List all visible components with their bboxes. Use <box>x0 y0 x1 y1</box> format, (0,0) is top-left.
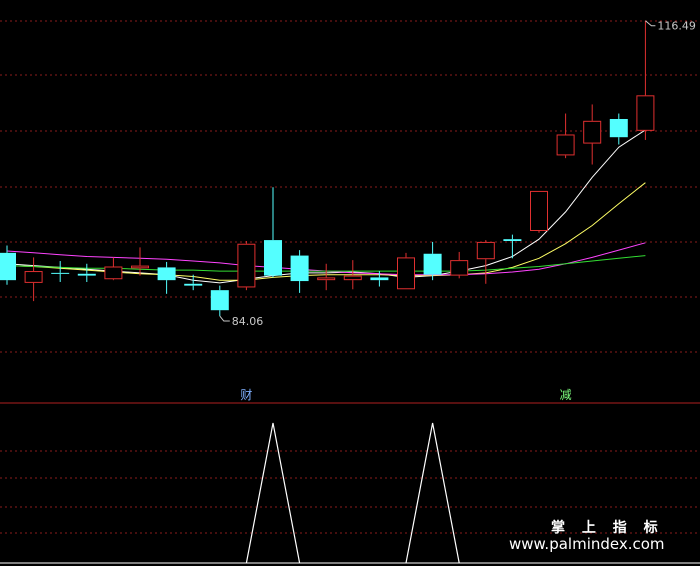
low-leader-line <box>219 315 230 322</box>
ma5-line <box>6 129 646 284</box>
event-marker-1: 减 <box>560 388 572 402</box>
candle-body <box>264 240 282 276</box>
candle-2 <box>51 261 70 282</box>
signal-spike-10 <box>245 422 301 564</box>
candle-body <box>609 118 628 138</box>
signal-spike-16 <box>405 422 460 564</box>
candle-9 <box>237 241 256 291</box>
candle-body <box>583 120 602 144</box>
event-marker-0: 财 <box>240 388 252 402</box>
candle-16 <box>423 241 442 281</box>
candle-body <box>290 255 309 282</box>
moving-average-lines <box>6 129 646 284</box>
watermark-title: 掌 上 指 标 <box>551 519 664 536</box>
candlestick-chart: 116.49 84.06 财减 掌 上 指 标 www.palmindex.co… <box>0 20 700 564</box>
candle-body <box>131 265 149 269</box>
watermark-url: www.palmindex.com <box>509 535 665 553</box>
candle-body <box>24 271 43 283</box>
candle-body <box>210 290 229 311</box>
candle-20 <box>530 190 548 233</box>
candle-23 <box>609 113 628 145</box>
candle-10 <box>264 187 282 278</box>
candle-6 <box>157 261 176 294</box>
candle-body <box>157 267 176 281</box>
candle-4 <box>104 257 123 281</box>
candle-24 <box>636 20 655 140</box>
candle-19 <box>503 234 522 259</box>
candle-body <box>184 283 203 286</box>
candle-body <box>530 190 548 231</box>
candle-body <box>503 239 522 242</box>
candle-body <box>77 273 96 276</box>
candle-body <box>450 260 469 276</box>
candle-body <box>104 266 123 280</box>
candles <box>0 20 655 317</box>
candle-body <box>556 134 575 156</box>
candle-body <box>476 241 495 260</box>
event-markers: 财减 <box>240 388 571 402</box>
candle-3 <box>77 263 96 282</box>
candle-body <box>51 272 70 274</box>
candle-body <box>423 253 442 275</box>
candle-body <box>317 277 336 281</box>
candle-body <box>636 95 655 131</box>
candle-21 <box>556 113 575 159</box>
candle-1 <box>24 257 43 302</box>
candle-11 <box>290 250 309 293</box>
price-labels: 116.49 84.06 <box>219 20 696 328</box>
candle-15 <box>397 252 415 290</box>
candle-body <box>343 275 362 281</box>
candle-8 <box>210 285 229 317</box>
candle-body <box>370 277 389 281</box>
candle-17 <box>450 251 469 279</box>
candle-body <box>0 252 16 281</box>
candle-body <box>237 243 256 288</box>
low-price-label: 84.06 <box>232 315 263 328</box>
candle-22 <box>583 104 602 165</box>
high-price-label: 116.49 <box>657 20 696 33</box>
candle-5 <box>131 247 149 276</box>
candle-18 <box>476 240 495 284</box>
candle-body <box>397 257 415 290</box>
candle-12 <box>317 263 336 291</box>
